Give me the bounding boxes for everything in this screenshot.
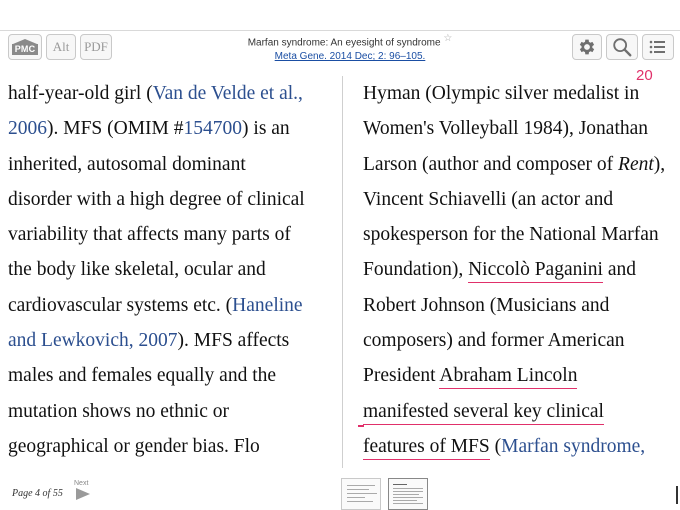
pmc-home-button[interactable]: PMC [8, 34, 42, 60]
text-line: features of MFS (Marfan syndrome, [363, 429, 675, 464]
highlighted-text[interactable]: features of MFS [363, 435, 490, 460]
text-line: geographical or gender bias. Flo [8, 435, 260, 457]
text-line: 2006). MFS (OMIM #154700) is an [8, 118, 290, 140]
text-line: Larson (author and composer of Rent), [363, 153, 666, 175]
reference-link[interactable]: Marfan syndrome, [501, 436, 645, 457]
highlighted-text[interactable]: Niccolò Paganini [468, 259, 603, 284]
text-line: Hyman (Olympic silver medalist in [363, 83, 640, 104]
text-line: Foundation), Niccolò Paganini and [363, 252, 675, 287]
list-menu-icon [649, 40, 665, 54]
text-line: cardiovascular systems etc. (Haneline [8, 294, 303, 316]
article-column-left: half-year-old girl (Van de Velde et al.,… [8, 76, 333, 464]
gear-icon [579, 39, 595, 55]
text-line: variability that affects many parts of [8, 224, 291, 246]
text-line: Women's Volleyball 1984), Jonathan [363, 118, 649, 140]
reference-link[interactable]: 2006 [8, 118, 47, 139]
article-column-right: Hyman (Olympic silver medalist in Women'… [363, 76, 675, 464]
highlight-marker [358, 425, 364, 427]
top-toolbar: PMC Alt PDF Marfan syndrome: An eyesight… [0, 0, 680, 66]
document-header: Marfan syndrome: An eyesight of syndrome… [180, 32, 520, 64]
text-line: and Lewkovich, 2007). MFS affects [8, 330, 290, 352]
pmc-logo-text: PMC [11, 44, 39, 55]
column-divider [342, 76, 343, 468]
favorite-star-icon[interactable]: ☆ [443, 33, 452, 44]
text-line: half-year-old girl (Van de Velde et al., [8, 83, 303, 104]
reference-link[interactable]: and Lewkovich, 2007 [8, 330, 178, 351]
citation-link[interactable]: Meta Gene. 2014 Dec; 2: 96–105. [180, 50, 520, 64]
reference-link[interactable]: Van de Velde et al., [153, 83, 303, 104]
search-button[interactable] [606, 34, 638, 60]
text-line: spokesperson for the National Marfan [363, 224, 659, 246]
text-line: males and females equally and the [8, 365, 277, 387]
text-line: Vincent Schiavelli (an actor and [363, 188, 614, 210]
next-label: Next [74, 480, 89, 487]
document-title: Marfan syndrome: An eyesight of syndrome [247, 37, 441, 49]
text-line: President Abraham Lincoln [363, 358, 675, 393]
pdf-button[interactable]: PDF [80, 34, 112, 60]
text-line: disorder with a high degree of clinical [8, 188, 305, 210]
next-arrow-icon [76, 488, 90, 500]
next-page-button[interactable]: Next [74, 480, 94, 502]
page-thumbnail-current[interactable] [388, 478, 428, 510]
highlighted-text[interactable]: manifested several key clinical [363, 400, 604, 425]
text-line: mutation shows no ethnic or [8, 400, 229, 422]
settings-button[interactable] [572, 34, 602, 60]
emphasis-text: Rent [618, 153, 654, 175]
pmc-logo-icon: PMC [11, 39, 39, 55]
text-line: manifested several key clinical [363, 394, 675, 429]
toolbar-top-rule [0, 30, 680, 31]
page-position-label: Page 4 of 55 [12, 488, 63, 499]
alt-button[interactable]: Alt [46, 34, 76, 60]
reference-link[interactable]: Haneline [232, 295, 302, 316]
text-line: composers) and former American [363, 330, 625, 352]
search-icon [613, 38, 632, 57]
text-line: the body like skeletal, ocular and [8, 259, 266, 281]
highlighted-text[interactable]: Abraham Lincoln [439, 365, 578, 390]
page-thumbnail[interactable] [341, 478, 381, 510]
contents-menu-button[interactable] [642, 34, 674, 60]
omim-link[interactable]: 154700 [184, 118, 243, 139]
text-line: inherited, autosomal dominant [8, 153, 246, 175]
text-line: Robert Johnson (Musicians and [363, 294, 610, 316]
scroll-edge-indicator [676, 486, 678, 504]
